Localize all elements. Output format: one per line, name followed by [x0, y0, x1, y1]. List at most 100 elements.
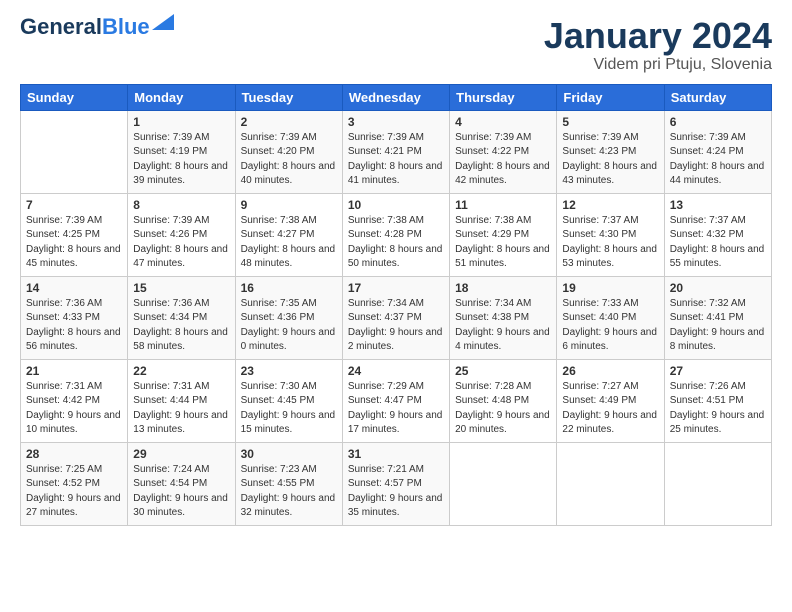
day-info: Sunrise: 7:38 AM Sunset: 4:29 PM Dayligh…: [455, 214, 551, 272]
table-row: 18 Sunrise: 7:34 AM Sunset: 4:38 PM Dayl…: [450, 276, 557, 359]
day-number: 14: [26, 281, 122, 295]
day-info: Sunrise: 7:39 AM Sunset: 4:20 PM Dayligh…: [241, 131, 337, 189]
day-info: Sunrise: 7:21 AM Sunset: 4:57 PM Dayligh…: [348, 463, 444, 521]
day-number: 13: [670, 198, 766, 212]
day-number: 22: [133, 364, 229, 378]
day-info: Sunrise: 7:39 AM Sunset: 4:25 PM Dayligh…: [26, 214, 122, 272]
day-info: Sunrise: 7:32 AM Sunset: 4:41 PM Dayligh…: [670, 297, 766, 355]
table-row: 23 Sunrise: 7:30 AM Sunset: 4:45 PM Dayl…: [235, 359, 342, 442]
day-info: Sunrise: 7:27 AM Sunset: 4:49 PM Dayligh…: [562, 380, 658, 438]
table-row: 25 Sunrise: 7:28 AM Sunset: 4:48 PM Dayl…: [450, 359, 557, 442]
day-info: Sunrise: 7:36 AM Sunset: 4:34 PM Dayligh…: [133, 297, 229, 355]
table-row: 8 Sunrise: 7:39 AM Sunset: 4:26 PM Dayli…: [128, 193, 235, 276]
logo-text: GeneralBlue: [20, 16, 150, 38]
day-number: 31: [348, 447, 444, 461]
day-number: 6: [670, 115, 766, 129]
day-info: Sunrise: 7:39 AM Sunset: 4:26 PM Dayligh…: [133, 214, 229, 272]
table-row: 12 Sunrise: 7:37 AM Sunset: 4:30 PM Dayl…: [557, 193, 664, 276]
table-row: 10 Sunrise: 7:38 AM Sunset: 4:28 PM Dayl…: [342, 193, 449, 276]
col-monday: Monday: [128, 84, 235, 110]
day-number: 18: [455, 281, 551, 295]
col-saturday: Saturday: [664, 84, 771, 110]
day-info: Sunrise: 7:28 AM Sunset: 4:48 PM Dayligh…: [455, 380, 551, 438]
calendar-table: Sunday Monday Tuesday Wednesday Thursday…: [20, 84, 772, 526]
day-info: Sunrise: 7:26 AM Sunset: 4:51 PM Dayligh…: [670, 380, 766, 438]
day-info: Sunrise: 7:25 AM Sunset: 4:52 PM Dayligh…: [26, 463, 122, 521]
day-number: 4: [455, 115, 551, 129]
table-row: 6 Sunrise: 7:39 AM Sunset: 4:24 PM Dayli…: [664, 110, 771, 193]
day-info: Sunrise: 7:31 AM Sunset: 4:42 PM Dayligh…: [26, 380, 122, 438]
day-number: 10: [348, 198, 444, 212]
col-sunday: Sunday: [21, 84, 128, 110]
table-row: 2 Sunrise: 7:39 AM Sunset: 4:20 PM Dayli…: [235, 110, 342, 193]
table-row: 29 Sunrise: 7:24 AM Sunset: 4:54 PM Dayl…: [128, 442, 235, 525]
table-row: 4 Sunrise: 7:39 AM Sunset: 4:22 PM Dayli…: [450, 110, 557, 193]
col-thursday: Thursday: [450, 84, 557, 110]
day-info: Sunrise: 7:37 AM Sunset: 4:32 PM Dayligh…: [670, 214, 766, 272]
logo: GeneralBlue: [20, 16, 174, 38]
col-wednesday: Wednesday: [342, 84, 449, 110]
day-number: 24: [348, 364, 444, 378]
table-row: 9 Sunrise: 7:38 AM Sunset: 4:27 PM Dayli…: [235, 193, 342, 276]
title-block: January 2024 Videm pri Ptuju, Slovenia: [544, 16, 772, 74]
month-title: January 2024: [544, 16, 772, 56]
table-row: 14 Sunrise: 7:36 AM Sunset: 4:33 PM Dayl…: [21, 276, 128, 359]
table-row: 31 Sunrise: 7:21 AM Sunset: 4:57 PM Dayl…: [342, 442, 449, 525]
day-number: 7: [26, 198, 122, 212]
table-row: [450, 442, 557, 525]
day-info: Sunrise: 7:39 AM Sunset: 4:24 PM Dayligh…: [670, 131, 766, 189]
day-number: 11: [455, 198, 551, 212]
col-tuesday: Tuesday: [235, 84, 342, 110]
day-info: Sunrise: 7:30 AM Sunset: 4:45 PM Dayligh…: [241, 380, 337, 438]
table-row: 24 Sunrise: 7:29 AM Sunset: 4:47 PM Dayl…: [342, 359, 449, 442]
day-number: 30: [241, 447, 337, 461]
day-number: 5: [562, 115, 658, 129]
table-row: 17 Sunrise: 7:34 AM Sunset: 4:37 PM Dayl…: [342, 276, 449, 359]
day-info: Sunrise: 7:39 AM Sunset: 4:23 PM Dayligh…: [562, 131, 658, 189]
day-number: 27: [670, 364, 766, 378]
day-number: 12: [562, 198, 658, 212]
day-number: 9: [241, 198, 337, 212]
header: GeneralBlue January 2024 Videm pri Ptuju…: [20, 16, 772, 74]
table-row: [664, 442, 771, 525]
table-row: 30 Sunrise: 7:23 AM Sunset: 4:55 PM Dayl…: [235, 442, 342, 525]
location: Videm pri Ptuju, Slovenia: [544, 56, 772, 74]
table-row: 1 Sunrise: 7:39 AM Sunset: 4:19 PM Dayli…: [128, 110, 235, 193]
page-container: GeneralBlue January 2024 Videm pri Ptuju…: [0, 0, 792, 536]
day-number: 3: [348, 115, 444, 129]
table-row: [21, 110, 128, 193]
day-info: Sunrise: 7:37 AM Sunset: 4:30 PM Dayligh…: [562, 214, 658, 272]
day-info: Sunrise: 7:39 AM Sunset: 4:21 PM Dayligh…: [348, 131, 444, 189]
day-number: 19: [562, 281, 658, 295]
day-info: Sunrise: 7:34 AM Sunset: 4:38 PM Dayligh…: [455, 297, 551, 355]
day-info: Sunrise: 7:38 AM Sunset: 4:27 PM Dayligh…: [241, 214, 337, 272]
table-row: 26 Sunrise: 7:27 AM Sunset: 4:49 PM Dayl…: [557, 359, 664, 442]
day-number: 17: [348, 281, 444, 295]
day-info: Sunrise: 7:34 AM Sunset: 4:37 PM Dayligh…: [348, 297, 444, 355]
day-info: Sunrise: 7:31 AM Sunset: 4:44 PM Dayligh…: [133, 380, 229, 438]
table-row: 21 Sunrise: 7:31 AM Sunset: 4:42 PM Dayl…: [21, 359, 128, 442]
table-row: 3 Sunrise: 7:39 AM Sunset: 4:21 PM Dayli…: [342, 110, 449, 193]
day-info: Sunrise: 7:33 AM Sunset: 4:40 PM Dayligh…: [562, 297, 658, 355]
table-row: 22 Sunrise: 7:31 AM Sunset: 4:44 PM Dayl…: [128, 359, 235, 442]
table-row: 13 Sunrise: 7:37 AM Sunset: 4:32 PM Dayl…: [664, 193, 771, 276]
day-number: 26: [562, 364, 658, 378]
col-friday: Friday: [557, 84, 664, 110]
day-number: 29: [133, 447, 229, 461]
table-row: 16 Sunrise: 7:35 AM Sunset: 4:36 PM Dayl…: [235, 276, 342, 359]
day-number: 21: [26, 364, 122, 378]
day-number: 8: [133, 198, 229, 212]
table-row: [557, 442, 664, 525]
day-number: 20: [670, 281, 766, 295]
day-info: Sunrise: 7:29 AM Sunset: 4:47 PM Dayligh…: [348, 380, 444, 438]
day-info: Sunrise: 7:39 AM Sunset: 4:22 PM Dayligh…: [455, 131, 551, 189]
day-info: Sunrise: 7:36 AM Sunset: 4:33 PM Dayligh…: [26, 297, 122, 355]
day-number: 15: [133, 281, 229, 295]
table-row: 27 Sunrise: 7:26 AM Sunset: 4:51 PM Dayl…: [664, 359, 771, 442]
day-info: Sunrise: 7:23 AM Sunset: 4:55 PM Dayligh…: [241, 463, 337, 521]
table-row: 20 Sunrise: 7:32 AM Sunset: 4:41 PM Dayl…: [664, 276, 771, 359]
header-row: Sunday Monday Tuesday Wednesday Thursday…: [21, 84, 772, 110]
logo-icon: [152, 14, 174, 30]
table-row: 7 Sunrise: 7:39 AM Sunset: 4:25 PM Dayli…: [21, 193, 128, 276]
day-info: Sunrise: 7:38 AM Sunset: 4:28 PM Dayligh…: [348, 214, 444, 272]
